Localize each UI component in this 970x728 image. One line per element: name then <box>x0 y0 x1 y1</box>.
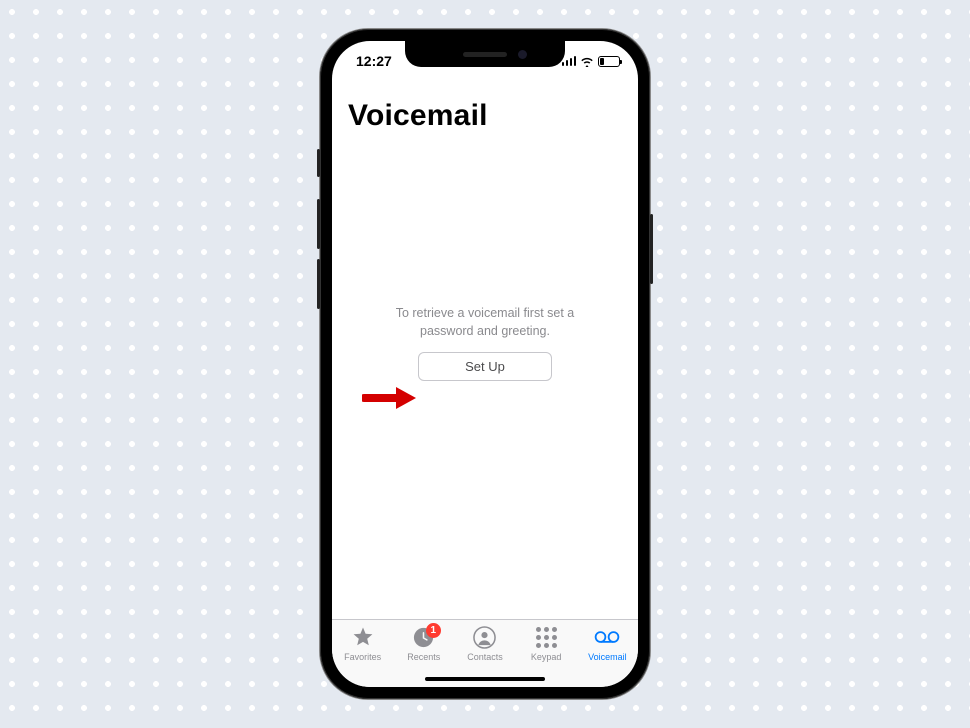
instruction-text: To retrieve a voicemail first set a pass… <box>385 305 585 340</box>
keypad-icon <box>533 624 559 650</box>
phone-frame: 12:27 Voicemail To retrieve a voicemail … <box>320 29 650 699</box>
content-area: Voicemail To retrieve a voicemail first … <box>332 81 638 619</box>
voicemail-icon <box>594 624 620 650</box>
setup-button[interactable]: Set Up <box>418 352 552 381</box>
tab-recents[interactable]: 1 Recents <box>396 624 452 662</box>
tab-recents-label: Recents <box>407 652 440 662</box>
power-button <box>650 214 653 284</box>
recents-badge: 1 <box>426 623 441 638</box>
tab-voicemail-label: Voicemail <box>588 652 627 662</box>
star-icon <box>350 624 376 650</box>
front-camera <box>518 50 527 59</box>
tab-favorites-label: Favorites <box>344 652 381 662</box>
wifi-icon <box>580 56 594 67</box>
tab-keypad[interactable]: Keypad <box>518 624 574 662</box>
notch <box>405 41 565 67</box>
tab-bar: Favorites 1 Recents Contacts <box>332 619 638 687</box>
tab-keypad-label: Keypad <box>531 652 562 662</box>
screen: 12:27 Voicemail To retrieve a voicemail … <box>332 41 638 687</box>
volume-down-button <box>317 259 320 309</box>
tab-contacts-label: Contacts <box>467 652 503 662</box>
setup-prompt: To retrieve a voicemail first set a pass… <box>348 305 622 381</box>
home-indicator[interactable] <box>425 677 545 681</box>
tab-voicemail[interactable]: Voicemail <box>579 624 635 662</box>
tab-contacts[interactable]: Contacts <box>457 624 513 662</box>
page-title: Voicemail <box>348 99 622 133</box>
volume-up-button <box>317 199 320 249</box>
earpiece-speaker <box>463 52 507 57</box>
mute-switch <box>317 149 320 177</box>
tab-favorites[interactable]: Favorites <box>335 624 391 662</box>
battery-icon <box>598 56 620 67</box>
person-icon <box>472 624 498 650</box>
annotation-arrow-icon <box>362 384 418 412</box>
cellular-signal-icon <box>562 56 577 66</box>
